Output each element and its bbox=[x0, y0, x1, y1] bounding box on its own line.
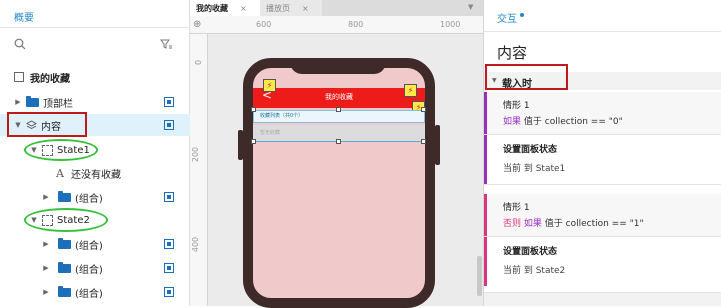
scrollbar-thumb[interactable] bbox=[477, 256, 482, 296]
resize-handle[interactable] bbox=[251, 139, 256, 144]
condition-expression: 值于 collection == "0" bbox=[523, 117, 623, 127]
action-1[interactable]: 设置面板状态 当前 到 State1 bbox=[484, 134, 721, 184]
filter-icon[interactable] bbox=[160, 38, 172, 50]
caret-right-icon[interactable]: ▶ bbox=[42, 288, 50, 296]
outline-item-group[interactable]: ▶ (组合) bbox=[0, 233, 190, 255]
canvas-scrollbar[interactable] bbox=[476, 34, 483, 306]
action-body: 当前 到 State2 bbox=[503, 266, 566, 276]
condition-keyword: 如果 bbox=[503, 117, 522, 127]
folder-icon bbox=[58, 285, 71, 297]
crosshair-icon: ⊕ bbox=[193, 19, 202, 30]
ruler-tick: 1000 bbox=[440, 20, 461, 29]
resize-handle[interactable] bbox=[251, 107, 256, 112]
outline-item-top-bar[interactable]: ▶ 顶部栏 bbox=[0, 91, 190, 113]
visibility-icon[interactable] bbox=[164, 263, 174, 273]
visibility-icon[interactable] bbox=[164, 287, 174, 297]
caret-right-icon[interactable]: ▶ bbox=[42, 240, 50, 248]
highlight-oval-state2 bbox=[24, 208, 108, 232]
favorites-list-label: 收藏列表（共0个） bbox=[260, 113, 304, 119]
case-title: 情形 1 bbox=[503, 203, 530, 213]
close-icon[interactable]: × bbox=[240, 4, 247, 13]
outline-title[interactable]: 概要 bbox=[14, 9, 34, 24]
folder-icon bbox=[58, 190, 71, 202]
case-2[interactable]: 情形 1 否则 如果 值于 collection == "1" bbox=[484, 194, 721, 236]
tab-label: 播放页 bbox=[266, 3, 290, 13]
interaction-bolt-icon[interactable]: ⚡ bbox=[263, 79, 276, 92]
condition-keyword: 如果 bbox=[523, 219, 542, 229]
case-1[interactable]: 情形 1 如果 值于 collection == "0" bbox=[484, 92, 721, 134]
widget-name[interactable]: 内容 bbox=[497, 42, 527, 63]
active-dot-icon bbox=[520, 13, 524, 17]
case-color-bar bbox=[484, 236, 487, 286]
case-color-bar bbox=[484, 92, 487, 134]
close-icon[interactable]: × bbox=[302, 4, 309, 13]
horizontal-ruler: ⊕ 600 800 1000 bbox=[190, 16, 483, 34]
empty-favorites-label: 暂无收藏 bbox=[260, 130, 281, 136]
outline-item-label: 我的收藏 bbox=[30, 73, 70, 85]
ruler-tick: 600 bbox=[256, 20, 272, 29]
visibility-icon[interactable] bbox=[164, 192, 174, 202]
outline-item-page[interactable]: 我的收藏 bbox=[0, 66, 190, 88]
visibility-icon[interactable] bbox=[164, 97, 174, 107]
resize-handle[interactable] bbox=[336, 139, 341, 144]
action-2[interactable]: 设置面板状态 当前 到 State2 bbox=[484, 236, 721, 286]
case-color-bar bbox=[484, 194, 487, 236]
text-icon: A bbox=[56, 166, 64, 180]
caret-right-icon[interactable]: ▶ bbox=[42, 264, 50, 272]
resize-handle[interactable] bbox=[421, 107, 426, 112]
resize-handle[interactable] bbox=[336, 107, 341, 112]
caret-right-icon[interactable]: ▶ bbox=[42, 193, 50, 201]
visibility-icon[interactable] bbox=[164, 120, 174, 130]
tab-label: 我的收藏 bbox=[196, 3, 228, 13]
outline-item-group[interactable]: ▶ (组合) bbox=[0, 186, 190, 208]
folder-icon bbox=[58, 261, 71, 273]
case-condition: 如果 值于 collection == "0" bbox=[503, 114, 623, 127]
interaction-bolt-icon[interactable]: ⚡ bbox=[404, 84, 417, 97]
phone-button bbox=[435, 125, 440, 165]
tab-interaction[interactable]: 交互 bbox=[497, 10, 517, 25]
action-title: 设置面板状态 bbox=[503, 145, 558, 155]
highlight-oval-state1 bbox=[24, 139, 98, 161]
divider bbox=[484, 134, 721, 135]
highlight-box-event bbox=[485, 64, 568, 90]
resize-handle[interactable] bbox=[421, 139, 426, 144]
action-body: 当前 到 State1 bbox=[503, 164, 566, 174]
outline-item-label: (组合) bbox=[75, 288, 103, 300]
phone-title: 我的收藏 bbox=[325, 93, 353, 101]
folder-icon bbox=[58, 237, 71, 249]
folder-icon bbox=[26, 95, 39, 107]
action-title: 设置面板状态 bbox=[503, 247, 558, 257]
outline-item-label: 还没有收藏 bbox=[71, 169, 121, 181]
page-tab-bar: 我的收藏 × 播放页 × ▼ bbox=[190, 0, 483, 16]
outline-item-group[interactable]: ▶ (组合) bbox=[0, 257, 190, 279]
ruler-tick: 800 bbox=[348, 20, 364, 29]
phone-notch bbox=[290, 58, 386, 74]
highlight-box-content bbox=[7, 112, 87, 137]
case-color-bar bbox=[484, 134, 487, 184]
ruler-tick: 200 bbox=[191, 146, 201, 163]
caret-right-icon[interactable]: ▶ bbox=[14, 98, 22, 106]
outline-item-empty-text[interactable]: A 还没有收藏 bbox=[0, 162, 190, 184]
condition-keyword-else: 否则 bbox=[503, 219, 522, 229]
search-icon[interactable] bbox=[14, 38, 26, 50]
page-icon bbox=[14, 72, 24, 82]
case-condition: 否则 如果 值于 collection == "1" bbox=[503, 216, 644, 229]
outline-item-group[interactable]: ▶ (组合) bbox=[0, 281, 190, 303]
ruler-tick: 0 bbox=[194, 59, 204, 66]
outline-item-label: (组合) bbox=[75, 240, 103, 252]
tab-my-favorites[interactable]: 我的收藏 × bbox=[190, 0, 260, 16]
tab-menu-icon[interactable]: ▼ bbox=[468, 3, 473, 11]
case-title: 情形 1 bbox=[503, 101, 530, 111]
vertical-ruler: 0 200 400 bbox=[190, 34, 208, 306]
outline-item-label: (组合) bbox=[75, 264, 103, 276]
divider bbox=[484, 236, 721, 237]
next-case-row[interactable] bbox=[484, 293, 721, 306]
visibility-icon[interactable] bbox=[164, 239, 174, 249]
outline-item-label: (组合) bbox=[75, 193, 103, 205]
ruler-tick: 400 bbox=[191, 236, 201, 253]
outline-item-label: 顶部栏 bbox=[43, 98, 73, 110]
tab-player-page[interactable]: 播放页 × bbox=[260, 0, 322, 16]
condition-expression: 值于 collection == "1" bbox=[544, 219, 644, 229]
divider bbox=[484, 184, 721, 185]
